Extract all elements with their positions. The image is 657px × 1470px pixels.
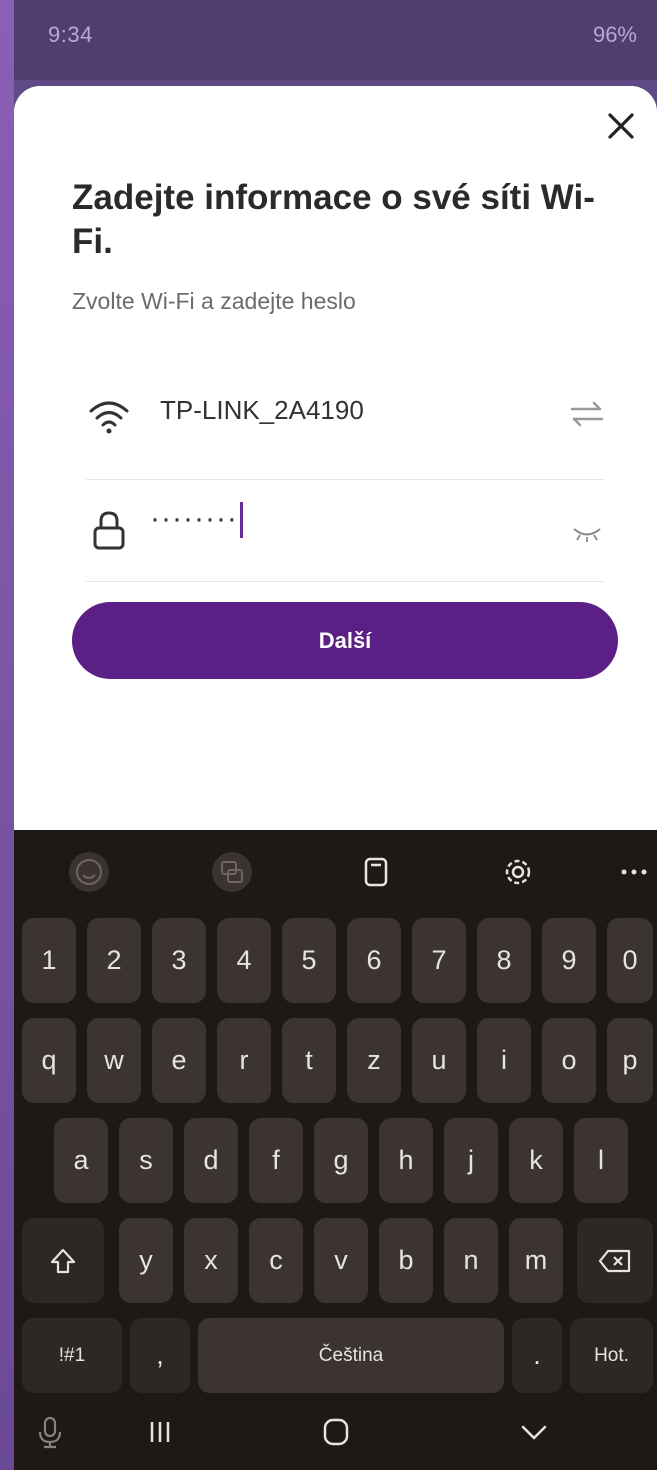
key-6[interactable]: 6 — [347, 918, 401, 1003]
password-field[interactable]: ········ — [86, 486, 604, 582]
comma-key[interactable]: , — [130, 1318, 190, 1393]
password-value: ········ — [150, 502, 238, 535]
network-name: TP-LINK_2A4190 — [160, 395, 364, 425]
close-icon — [608, 113, 634, 139]
page-title: Zadejte informace o své síti Wi-Fi. — [72, 178, 595, 261]
home-icon[interactable] — [316, 1412, 356, 1452]
key-e[interactable]: e — [152, 1018, 206, 1103]
settings-icon[interactable] — [496, 850, 540, 894]
symbols-key[interactable]: !#1 — [22, 1318, 122, 1393]
key-m[interactable]: m — [509, 1218, 563, 1303]
key-g[interactable]: g — [314, 1118, 368, 1203]
key-1[interactable]: 1 — [22, 918, 76, 1003]
key-l[interactable]: l — [574, 1118, 628, 1203]
close-button[interactable] — [603, 108, 639, 144]
key-f[interactable]: f — [249, 1118, 303, 1203]
swap-icon[interactable] — [570, 401, 604, 427]
key-w[interactable]: w — [87, 1018, 141, 1103]
clipboard-icon[interactable] — [354, 850, 398, 894]
keyboard-toolbar — [14, 830, 657, 910]
status-time: 9:34 — [48, 22, 93, 47]
page-subtitle: Zvolte Wi-Fi a zadejte heslo — [72, 288, 356, 314]
key-p[interactable]: p — [607, 1018, 653, 1103]
key-t[interactable]: t — [282, 1018, 336, 1103]
status-bar: 9:34 96% — [14, 0, 657, 80]
key-h[interactable]: h — [379, 1118, 433, 1203]
backspace-icon — [598, 1249, 631, 1272]
backspace-key[interactable] — [577, 1218, 653, 1303]
shift-icon — [50, 1248, 76, 1273]
network-selector[interactable]: TP-LINK_2A4190 — [86, 371, 604, 480]
key-v[interactable]: v — [314, 1218, 368, 1303]
translate-icon[interactable] — [210, 850, 254, 894]
keyboard: 1 2 3 4 5 6 7 8 9 0 q w e r t z u i o p … — [14, 830, 657, 1470]
mic-icon[interactable] — [30, 1412, 70, 1452]
key-s[interactable]: s — [119, 1118, 173, 1203]
key-4[interactable]: 4 — [217, 918, 271, 1003]
key-c[interactable]: c — [249, 1218, 303, 1303]
text-cursor — [239, 502, 243, 539]
key-i[interactable]: i — [477, 1018, 531, 1103]
key-j[interactable]: j — [444, 1118, 498, 1203]
next-button[interactable]: Další — [72, 602, 618, 679]
wifi-icon — [89, 401, 129, 434]
key-a[interactable]: a — [54, 1118, 108, 1203]
key-d[interactable]: d — [184, 1118, 238, 1203]
emoji-icon[interactable] — [67, 850, 111, 894]
key-0[interactable]: 0 — [607, 918, 653, 1003]
shift-key[interactable] — [22, 1218, 104, 1303]
more-icon[interactable] — [612, 850, 656, 894]
key-u[interactable]: u — [412, 1018, 466, 1103]
lock-icon — [93, 511, 125, 550]
screen-frame — [0, 0, 14, 1470]
period-key[interactable]: . — [512, 1318, 562, 1393]
key-5[interactable]: 5 — [282, 918, 336, 1003]
key-y[interactable]: y — [119, 1218, 173, 1303]
status-battery: 96% — [592, 22, 637, 47]
key-q[interactable]: q — [22, 1018, 76, 1103]
done-key[interactable]: Hot. — [570, 1318, 653, 1393]
key-8[interactable]: 8 — [477, 918, 531, 1003]
navigation-bar — [14, 1390, 657, 1470]
key-o[interactable]: o — [542, 1018, 596, 1103]
key-k[interactable]: k — [509, 1118, 563, 1203]
password-input[interactable]: ········ — [150, 502, 243, 539]
key-3[interactable]: 3 — [152, 918, 206, 1003]
key-z[interactable]: z — [347, 1018, 401, 1103]
key-r[interactable]: r — [217, 1018, 271, 1103]
back-icon[interactable] — [514, 1412, 554, 1452]
key-7[interactable]: 7 — [412, 918, 466, 1003]
wifi-setup-sheet: Zadejte informace o své síti Wi-Fi. Zvol… — [14, 86, 657, 830]
key-b[interactable]: b — [379, 1218, 433, 1303]
key-x[interactable]: x — [184, 1218, 238, 1303]
key-n[interactable]: n — [444, 1218, 498, 1303]
space-key[interactable]: Čeština — [198, 1318, 504, 1393]
key-9[interactable]: 9 — [542, 918, 596, 1003]
key-2[interactable]: 2 — [87, 918, 141, 1003]
recents-icon[interactable] — [140, 1412, 180, 1452]
eye-closed-icon[interactable] — [572, 526, 602, 542]
